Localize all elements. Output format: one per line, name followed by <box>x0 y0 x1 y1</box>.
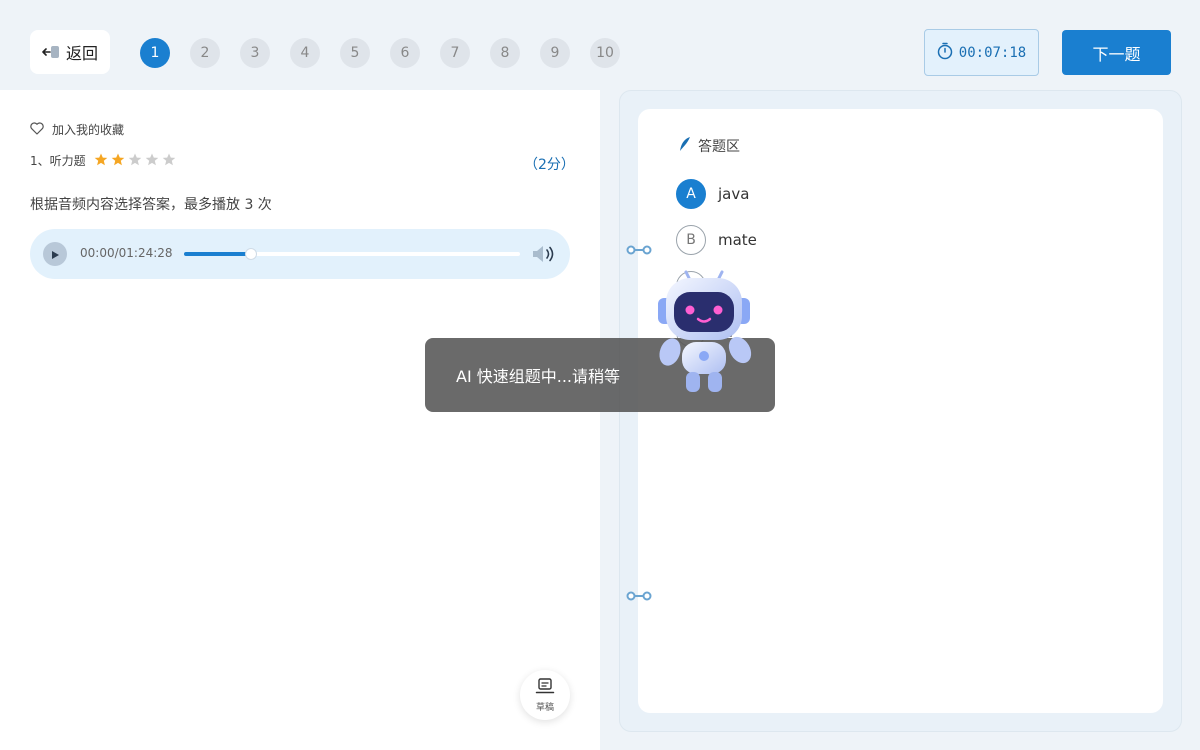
question-number-5[interactable]: 5 <box>340 38 370 68</box>
difficulty-stars <box>94 153 176 169</box>
heart-icon <box>30 121 44 138</box>
play-icon <box>50 245 60 264</box>
back-arrow-icon <box>42 43 60 61</box>
audio-time: 00:00/01:24:28 <box>80 246 173 260</box>
next-question-button[interactable]: 下一题 <box>1062 30 1171 75</box>
question-number-3[interactable]: 3 <box>240 38 270 68</box>
audio-progress-fill <box>184 252 252 256</box>
question-score: （2分） <box>524 157 575 173</box>
binder-ring-icon <box>626 586 652 601</box>
question-type-label: 1、听力题 <box>30 154 86 168</box>
star-icon <box>94 153 108 169</box>
robot-mascot-icon <box>652 270 756 398</box>
option-text: java <box>718 185 750 203</box>
audio-player: 00:00/01:24:28 <box>30 229 570 279</box>
play-button[interactable] <box>43 242 67 266</box>
back-label: 返回 <box>65 44 98 63</box>
audio-progress-handle[interactable] <box>245 248 258 260</box>
question-number-2[interactable]: 2 <box>190 38 220 68</box>
question-number-10[interactable]: 10 <box>590 38 620 68</box>
option-letter: A <box>676 179 706 209</box>
back-button[interactable]: 返回 <box>30 30 110 74</box>
answer-area-title: 答题区 <box>678 136 740 156</box>
question-navigator: 1 2 3 4 5 6 7 8 9 10 <box>140 38 620 68</box>
question-number-8[interactable]: 8 <box>490 38 520 68</box>
answer-option-b[interactable]: Bmate <box>676 225 757 255</box>
timer-value: 00:07:18 <box>958 44 1027 61</box>
draft-label: 草稿 <box>535 703 554 713</box>
question-number-9[interactable]: 9 <box>540 38 570 68</box>
timer: 00:07:18 <box>924 29 1039 76</box>
question-number-1[interactable]: 1 <box>140 38 170 68</box>
question-panel: 加入我的收藏 1、听力题 （2分） 根据音频内容选择答案，最多播放 3 次 00… <box>0 90 600 750</box>
stopwatch-icon <box>937 42 953 64</box>
answer-option-a[interactable]: Ajava <box>676 179 749 209</box>
star-icon <box>128 153 142 169</box>
feather-icon <box>678 136 692 156</box>
binder-ring-icon <box>626 240 652 255</box>
question-number-4[interactable]: 4 <box>290 38 320 68</box>
favorite-label: 加入我的收藏 <box>52 123 125 137</box>
volume-icon[interactable] <box>530 243 556 265</box>
question-type: 1、听力题 <box>30 152 176 169</box>
star-icon <box>111 153 125 169</box>
question-prompt: 根据音频内容选择答案，最多播放 3 次 <box>30 197 272 213</box>
add-favorite-button[interactable]: 加入我的收藏 <box>30 121 124 138</box>
star-icon <box>162 153 176 169</box>
notepad-icon <box>535 677 555 698</box>
question-number-6[interactable]: 6 <box>390 38 420 68</box>
audio-progress-track[interactable] <box>184 248 520 260</box>
option-letter: B <box>676 225 706 255</box>
question-number-7[interactable]: 7 <box>440 38 470 68</box>
top-bar: 返回 1 2 3 4 5 6 7 8 9 10 00:07:18 下一题 <box>0 0 1200 90</box>
loading-message: AI 快速组题中...请稍等 <box>456 367 621 386</box>
draft-button[interactable]: 草稿 <box>520 670 570 720</box>
star-icon <box>145 153 159 169</box>
option-text: mate <box>718 231 757 249</box>
answer-title-label: 答题区 <box>698 139 740 155</box>
